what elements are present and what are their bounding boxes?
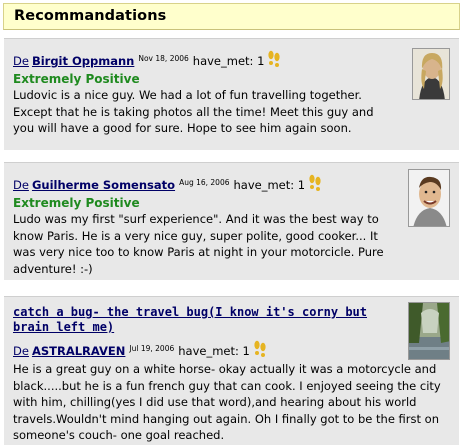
reference-date: Jul 19, 2006 [129,344,175,353]
reference-card: catch a bug- the travel bug(I know it's … [4,296,459,445]
author-link[interactable]: Guilherme Somensato [32,178,175,192]
from-link[interactable]: De [13,344,29,358]
reference-text: He is a great guy on a white horse- okay… [13,362,441,442]
author-link[interactable]: ASTRALRAVEN [32,344,125,358]
reference-title-link[interactable]: catch a bug- the travel bug(I know it's … [13,305,388,335]
from-link[interactable]: De [13,54,29,68]
rating-label: Extremely Positive [13,196,140,210]
from-link[interactable]: De [13,178,29,192]
section-title: Recommandations [14,8,167,24]
rating-label: Extremely Positive [13,72,140,86]
shoes-icon [268,50,280,67]
shoes-icon [309,174,321,191]
reference-card: De Birgit Oppmann Nov 18, 2006 have_met:… [4,38,459,150]
reference-text: Ludo was my first "surf experience". And… [13,212,384,276]
reference-card: De Guilherme Somensato Aug 16, 2006 have… [4,162,459,280]
reference-date: Aug 16, 2006 [179,178,230,187]
avatar-photo[interactable] [412,48,450,100]
author-link[interactable]: Birgit Oppmann [32,54,134,68]
have-met-label: have_met: 1 [192,54,265,68]
section-header: Recommandations [3,3,460,30]
have-met-label: have_met: 1 [178,344,250,358]
reference-date: Nov 18, 2006 [138,54,189,63]
avatar-photo[interactable] [408,169,450,227]
avatar-photo[interactable] [408,302,450,360]
have-met-label: have_met: 1 [233,178,306,192]
reference-text: Ludovic is a nice guy. We had a lot of f… [13,88,374,135]
shoes-icon [254,340,266,357]
